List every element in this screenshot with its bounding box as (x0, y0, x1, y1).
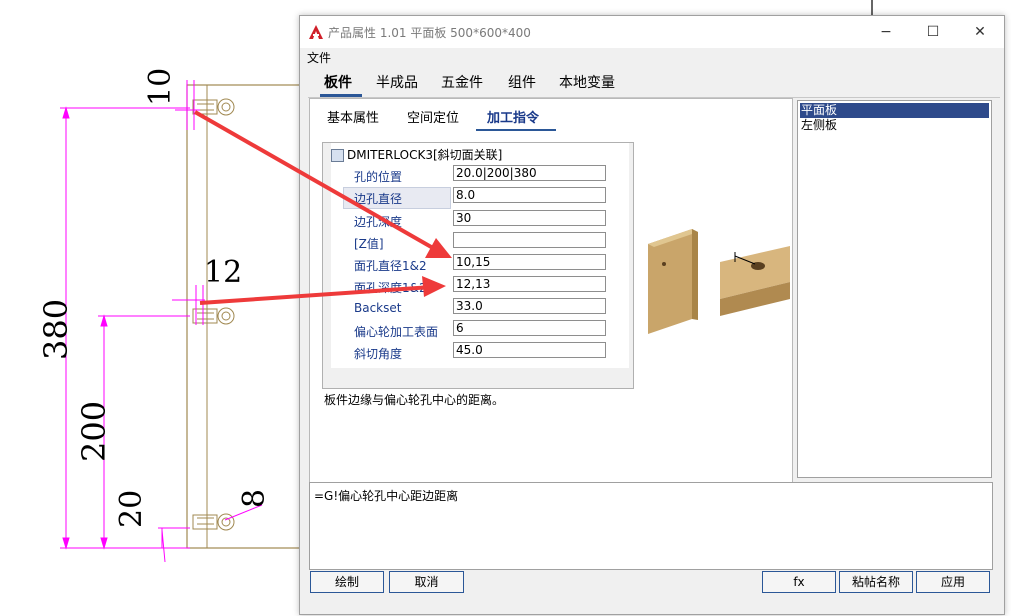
grid-title: DMITERLOCK3[斜切面关联] (347, 148, 503, 162)
dimension-20: 20 (114, 490, 149, 528)
minimize-icon[interactable]: − (863, 16, 909, 48)
panel-outline (186, 84, 308, 549)
list-item-flat-panel[interactable]: 平面板 (800, 103, 989, 118)
product-properties-dialog: 产品属性 1.01 平面板 500*600*400 − ☐ ✕ 文件 板件 半成… (299, 15, 1005, 615)
menu-file[interactable]: 文件 (307, 49, 331, 66)
prop-value-hole-position[interactable] (453, 165, 606, 181)
tab-semi-product[interactable]: 半成品 (376, 72, 418, 92)
dimension-12: 12 (204, 255, 242, 290)
tab-panel[interactable]: 板件 (324, 72, 352, 92)
dimension-380: 380 (37, 299, 75, 360)
lock-fitting-middle (192, 307, 235, 325)
prop-row-edge-hole-diameter: 边孔直径 (343, 186, 623, 208)
close-icon[interactable]: ✕ (957, 16, 1003, 48)
lock-fitting-bottom (192, 513, 235, 531)
property-hint: 板件边缘与偏心轮孔中心的距离。 (324, 393, 505, 407)
machining-panel: 基本属性 空间定位 加工指令 DMITERLOCK3[斜切面关联] 孔的位置 边… (309, 98, 793, 484)
prop-row-cam-surface: 偏心轮加工表面 (343, 319, 623, 341)
prop-row-hole-position: 孔的位置 (343, 164, 623, 186)
prop-label: 面孔深度1&2 (354, 281, 427, 295)
prop-row-backset: Backset (343, 297, 623, 319)
maximize-icon[interactable]: ☐ (910, 16, 956, 48)
autocad-logo-icon (309, 25, 323, 39)
prop-value-backset[interactable] (453, 298, 606, 314)
prop-label: 斜切角度 (354, 347, 403, 361)
prop-label: 面孔直径1&2 (354, 259, 427, 273)
prop-value-edge-hole-depth[interactable] (453, 210, 606, 226)
cancel-button[interactable]: 取消 (389, 571, 464, 593)
prop-row-face-hole-diameter: 面孔直径1&2 (343, 253, 623, 275)
property-grid-body: DMITERLOCK3[斜切面关联] 孔的位置 边孔直径 边孔深度 [Z值] (331, 143, 629, 368)
lock-fitting-top (192, 98, 235, 116)
property-grid: DMITERLOCK3[斜切面关联] 孔的位置 边孔直径 边孔深度 [Z值] (322, 142, 634, 389)
active-subtab-indicator (476, 129, 556, 131)
prop-value-edge-hole-diameter[interactable] (453, 187, 606, 203)
list-item-left-side-panel[interactable]: 左侧板 (800, 118, 989, 133)
fx-button[interactable]: fx (762, 571, 836, 593)
draw-button[interactable]: 绘制 (310, 571, 384, 593)
title-bar[interactable]: 产品属性 1.01 平面板 500*600*400 − ☐ ✕ (300, 16, 1004, 48)
tab-hardware[interactable]: 五金件 (441, 72, 483, 92)
prop-label: [Z值] (354, 237, 384, 251)
prop-value-bevel-angle[interactable] (453, 342, 606, 358)
cam-lock-preview-image (648, 229, 790, 334)
formula-box[interactable]: =G!偏心轮孔中心距边距离 (309, 482, 993, 570)
prop-value-z-value[interactable] (453, 232, 606, 248)
prop-label: 边孔深度 (354, 215, 403, 229)
prop-row-edge-hole-depth: 边孔深度 (343, 209, 623, 231)
prop-label: Backset (354, 301, 402, 315)
window-title: 产品属性 1.01 平面板 500*600*400 (328, 26, 531, 40)
prop-row-face-hole-depth: 面孔深度1&2 (343, 275, 623, 297)
paste-name-button[interactable]: 粘帖名称 (839, 571, 913, 593)
prop-row-bevel-angle: 斜切角度 (343, 341, 623, 363)
subtab-spatial-position[interactable]: 空间定位 (407, 107, 459, 126)
prop-value-cam-surface[interactable] (453, 320, 606, 336)
prop-label: 孔的位置 (354, 170, 403, 184)
prop-value-face-hole-diameter[interactable] (453, 254, 606, 270)
dimension-200: 200 (75, 401, 113, 462)
dimension-10: 10 (143, 68, 178, 106)
subtab-machining-commands[interactable]: 加工指令 (487, 107, 539, 126)
tab-local-variables[interactable]: 本地变量 (559, 72, 615, 92)
parts-list[interactable]: 平面板 左侧板 (797, 100, 992, 478)
prop-label: 偏心轮加工表面 (354, 325, 439, 339)
expand-checkbox[interactable] (331, 149, 344, 162)
dimension-8: 8 (237, 489, 272, 508)
prop-label: 边孔直径 (354, 192, 403, 206)
formula-text: =G!偏心轮孔中心距边距离 (314, 489, 459, 503)
tab-assembly[interactable]: 组件 (508, 72, 536, 92)
subtab-basic-properties[interactable]: 基本属性 (327, 107, 379, 126)
prop-value-face-hole-depth[interactable] (453, 276, 606, 292)
menu-bar: 文件 (300, 48, 1004, 66)
apply-button[interactable]: 应用 (916, 571, 990, 593)
prop-row-z-value: [Z值] (343, 231, 623, 253)
